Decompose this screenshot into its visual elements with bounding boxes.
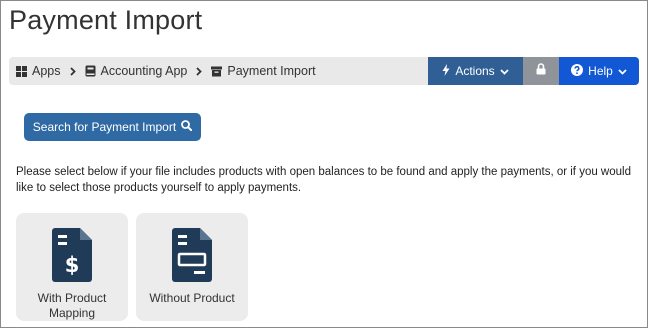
page-frame: Payment Import Apps Accounting App Payme…	[0, 0, 648, 328]
breadcrumb-bar: Apps Accounting App Payment Import Actio…	[9, 57, 639, 85]
search-button-label: Search for Payment Import	[32, 120, 177, 134]
archive-icon	[211, 66, 223, 77]
chevron-down-icon	[500, 64, 509, 78]
breadcrumb-item-payment-import: Payment Import	[211, 64, 316, 78]
grid-icon	[16, 65, 27, 77]
without-product-option[interactable]: Without Product	[136, 213, 248, 321]
breadcrumb-item-apps[interactable]: Apps	[16, 64, 61, 78]
question-circle-icon	[571, 63, 584, 79]
bolt-icon	[442, 63, 450, 79]
lock-button[interactable]	[523, 57, 559, 85]
actions-button[interactable]: Actions	[428, 57, 523, 85]
option-label: Without Product	[149, 291, 235, 305]
breadcrumb-label: Apps	[32, 64, 61, 78]
page-title: Payment Import	[9, 5, 203, 35]
actions-label: Actions	[455, 64, 495, 78]
help-label: Help	[588, 64, 613, 78]
option-label: With Product Mapping	[37, 291, 107, 320]
lock-icon	[536, 62, 546, 80]
book-icon	[85, 65, 96, 77]
breadcrumb: Apps Accounting App Payment Import	[16, 57, 316, 85]
invoice-dollar-icon: $	[52, 228, 92, 287]
chevron-right-icon	[69, 66, 76, 76]
instructions-text: Please select below if your file include…	[16, 166, 631, 194]
invoice-blank-icon	[172, 228, 212, 287]
chevron-right-icon	[196, 66, 203, 76]
help-button[interactable]: Help	[559, 57, 639, 85]
breadcrumb-label: Accounting App	[100, 64, 188, 78]
with-product-mapping-option[interactable]: $ With Product Mapping	[16, 213, 128, 321]
chevron-down-icon	[618, 64, 627, 78]
breadcrumb-item-accounting-app[interactable]: Accounting App	[85, 64, 188, 78]
search-icon	[181, 120, 193, 134]
svg-text:$: $	[65, 253, 80, 277]
search-payment-import-button[interactable]: Search for Payment Import	[24, 113, 201, 141]
breadcrumb-label: Payment Import	[227, 64, 316, 78]
